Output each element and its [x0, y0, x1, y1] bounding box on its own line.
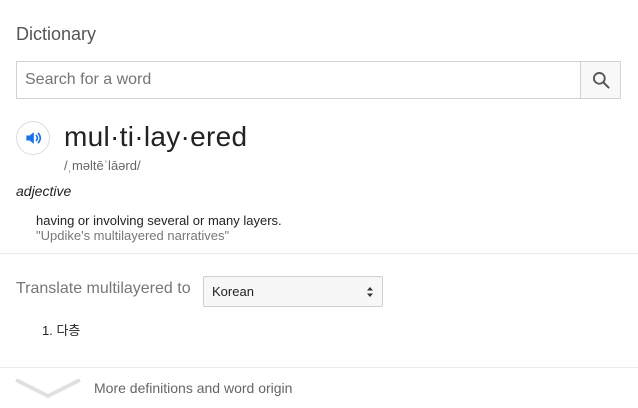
chevron-down-icon — [15, 378, 81, 398]
search-input[interactable] — [17, 62, 580, 98]
search-button[interactable] — [580, 62, 620, 98]
language-select[interactable]: Korean — [203, 276, 383, 307]
definition-text: having or involving several or many laye… — [36, 213, 282, 228]
language-select-value: Korean — [212, 284, 254, 299]
more-definitions-label: More definitions and word origin — [94, 380, 293, 396]
headword: mul·ti·lay·ered — [64, 121, 248, 152]
speaker-icon — [26, 132, 42, 144]
translation-number: 1. — [42, 323, 53, 338]
select-arrows-icon — [367, 286, 373, 297]
dictionary-card: Dictionary mul·ti·lay·ered /ˌməltēˈlāərd… — [0, 0, 638, 408]
phonetic-spelling: /ˌməltēˈlāərd/ — [64, 158, 141, 173]
translation-text: 다층 — [56, 323, 81, 338]
part-of-speech: adjective — [16, 183, 72, 199]
more-definitions-button[interactable]: More definitions and word origin — [0, 368, 638, 408]
section-divider — [0, 253, 638, 254]
search-icon — [592, 72, 609, 89]
dictionary-title: Dictionary — [16, 24, 97, 44]
translate-label: Translate multilayered to — [16, 280, 191, 297]
translation-result: 1. 다층 — [42, 320, 80, 339]
search-bar — [16, 61, 621, 99]
pronunciation-audio-button[interactable] — [16, 121, 50, 155]
definition-example: "Updike's multilayered narratives" — [36, 228, 230, 243]
